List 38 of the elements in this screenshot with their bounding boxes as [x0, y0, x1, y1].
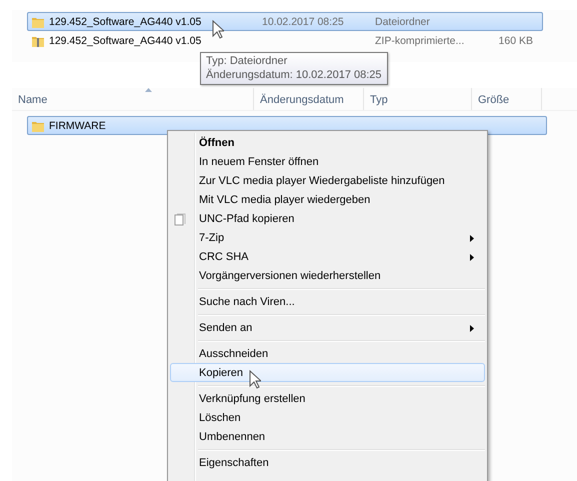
file-row[interactable]: 129.452_Software_AG440 v1.05 ZIP-komprimierte... 160 KB [27, 31, 543, 50]
menu-item[interactable]: 7-Zip [170, 228, 485, 247]
menu-item[interactable]: Verknüpfung erstellen [170, 389, 485, 408]
menu-item[interactable]: Öffnen [170, 133, 485, 152]
menu-item[interactable]: Zur VLC media player Wiedergabeliste hinzufügen [170, 171, 485, 190]
file-type: Dateiordner [375, 14, 431, 28]
sort-arrow-icon [144, 88, 152, 92]
file-name: 129.452_Software_AG440 v1.05 [49, 34, 202, 48]
menu-item[interactable]: Löschen [170, 408, 485, 427]
mouse-pointer-icon [249, 370, 261, 389]
menu-item[interactable]: In neuem Fenster öffnen [170, 152, 485, 171]
menu-item[interactable]: Suche nach Viren... [170, 292, 485, 311]
file-row[interactable]: 129.452_Software_AG440 v1.05 10.02.2017 08:25 Dateiordner [27, 12, 543, 31]
menu-item[interactable]: Eigenschaften [170, 453, 485, 472]
file-name: 129.452_Software_AG440 v1.05 [49, 14, 202, 28]
menu-item[interactable]: Vorgängerversionen wiederherstellen [170, 266, 485, 285]
menu-item[interactable]: Mit VLC media player wiedergeben [170, 190, 485, 209]
file-size: 160 KB [498, 34, 533, 48]
file-date: 10.02.2017 08:25 [262, 14, 345, 28]
submenu-arrow-icon [470, 325, 474, 332]
file-name: FIRMWARE [49, 118, 107, 132]
clipboard-icon [174, 213, 186, 226]
menu-item[interactable]: Senden an [170, 318, 485, 337]
submenu-arrow-icon [470, 235, 474, 242]
column-header[interactable]: Änderungsdatum [254, 88, 364, 110]
file-type: ZIP-komprimierte... [375, 34, 466, 48]
menu-item[interactable]: UNC-Pfad kopieren [170, 209, 485, 228]
tooltip-text: Änderungsdatum: 10.02.2017 08:25 [206, 69, 382, 82]
menu-item[interactable]: Umbenennen [170, 427, 485, 446]
column-header[interactable]: Typ [364, 88, 472, 110]
menu-item[interactable]: Kopieren [170, 363, 485, 382]
menu-item[interactable]: CRC SHA [170, 247, 485, 266]
column-header[interactable]: Größe [472, 88, 542, 110]
mouse-pointer-icon [212, 20, 224, 39]
column-header[interactable]: Name [12, 88, 254, 110]
tooltip-text: Typ: Dateiordner [206, 55, 288, 68]
submenu-arrow-icon [470, 254, 474, 261]
menu-item[interactable]: Ausschneiden [170, 344, 485, 363]
